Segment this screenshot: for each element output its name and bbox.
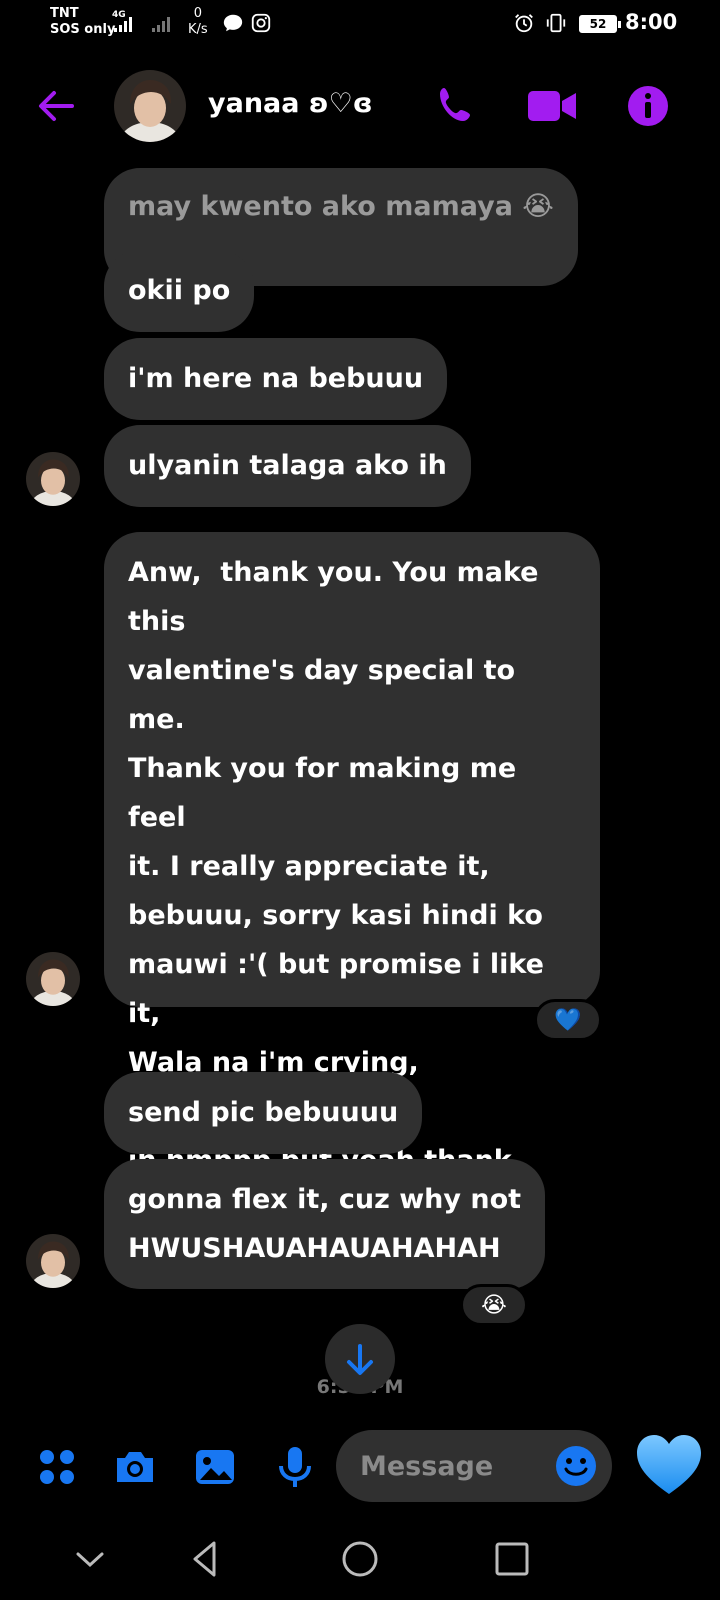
sender-avatar[interactable] bbox=[26, 952, 80, 1006]
signal-icon-secondary bbox=[152, 14, 170, 32]
message-bubble[interactable]: Anw, thank you. You make this valentine'… bbox=[104, 532, 600, 1274]
status-time: 8:00 bbox=[625, 10, 678, 34]
camera-icon[interactable] bbox=[112, 1444, 158, 1490]
message-bubble[interactable]: i'm here na bebuuu bbox=[104, 338, 448, 420]
emoji-icon[interactable] bbox=[554, 1444, 598, 1488]
info-icon[interactable] bbox=[622, 82, 674, 130]
speed-value: 0 bbox=[193, 6, 202, 21]
system-navigation-bar bbox=[0, 1520, 720, 1600]
message-input[interactable] bbox=[360, 1446, 550, 1486]
contact-avatar[interactable] bbox=[114, 70, 186, 142]
contact-name[interactable]: yanaa ʚ♡ɞ bbox=[208, 88, 373, 119]
alarm-icon bbox=[515, 14, 533, 33]
microphone-icon[interactable] bbox=[272, 1444, 318, 1490]
message-bubble[interactable]: send pic bebuuuu bbox=[104, 1072, 423, 1154]
message-icon bbox=[223, 14, 243, 32]
arrow-down-icon bbox=[347, 1344, 373, 1375]
sender-avatar[interactable] bbox=[26, 1234, 80, 1288]
message-bubble[interactable]: okii po bbox=[104, 250, 255, 332]
home-circle-icon[interactable] bbox=[335, 1534, 385, 1584]
sender-avatar[interactable] bbox=[26, 452, 80, 506]
heart-icon[interactable] bbox=[634, 1432, 704, 1498]
message-reaction[interactable]: 💙 bbox=[534, 999, 602, 1041]
signal-icon bbox=[114, 14, 132, 32]
status-bar: TNT SOS only 4G 0 K/s 52 8:00 bbox=[0, 0, 720, 52]
image-icon[interactable] bbox=[192, 1444, 238, 1490]
chat-header: yanaa ʚ♡ɞ bbox=[0, 64, 720, 144]
message-input-container bbox=[336, 1430, 612, 1502]
recents-square-icon[interactable] bbox=[487, 1534, 537, 1584]
vibrate-icon bbox=[546, 13, 566, 33]
video-camera-icon[interactable] bbox=[526, 82, 578, 130]
instagram-icon bbox=[251, 13, 271, 33]
carrier-info: TNT SOS only bbox=[50, 6, 115, 38]
back-arrow-icon[interactable] bbox=[34, 84, 78, 128]
speed-unit: K/s bbox=[188, 22, 208, 37]
chevron-down-icon[interactable] bbox=[65, 1534, 115, 1584]
scroll-to-bottom-button[interactable] bbox=[325, 1324, 395, 1394]
apps-grid-icon[interactable] bbox=[34, 1444, 80, 1490]
message-reaction[interactable]: 😭 bbox=[460, 1284, 528, 1326]
back-triangle-icon[interactable] bbox=[181, 1534, 231, 1584]
network-speed: 0 K/s bbox=[188, 6, 208, 38]
message-bubble[interactable]: ulyanin talaga ako ih bbox=[104, 425, 471, 507]
sos-label: SOS only bbox=[50, 22, 116, 37]
message-bubble[interactable]: gonna flex it, cuz why not HWUSHAUAHAUAH… bbox=[104, 1159, 546, 1289]
carrier-name: TNT bbox=[50, 6, 79, 21]
phone-icon[interactable] bbox=[430, 82, 482, 130]
message-composer bbox=[0, 1428, 720, 1508]
battery-level: 52 bbox=[579, 15, 621, 33]
